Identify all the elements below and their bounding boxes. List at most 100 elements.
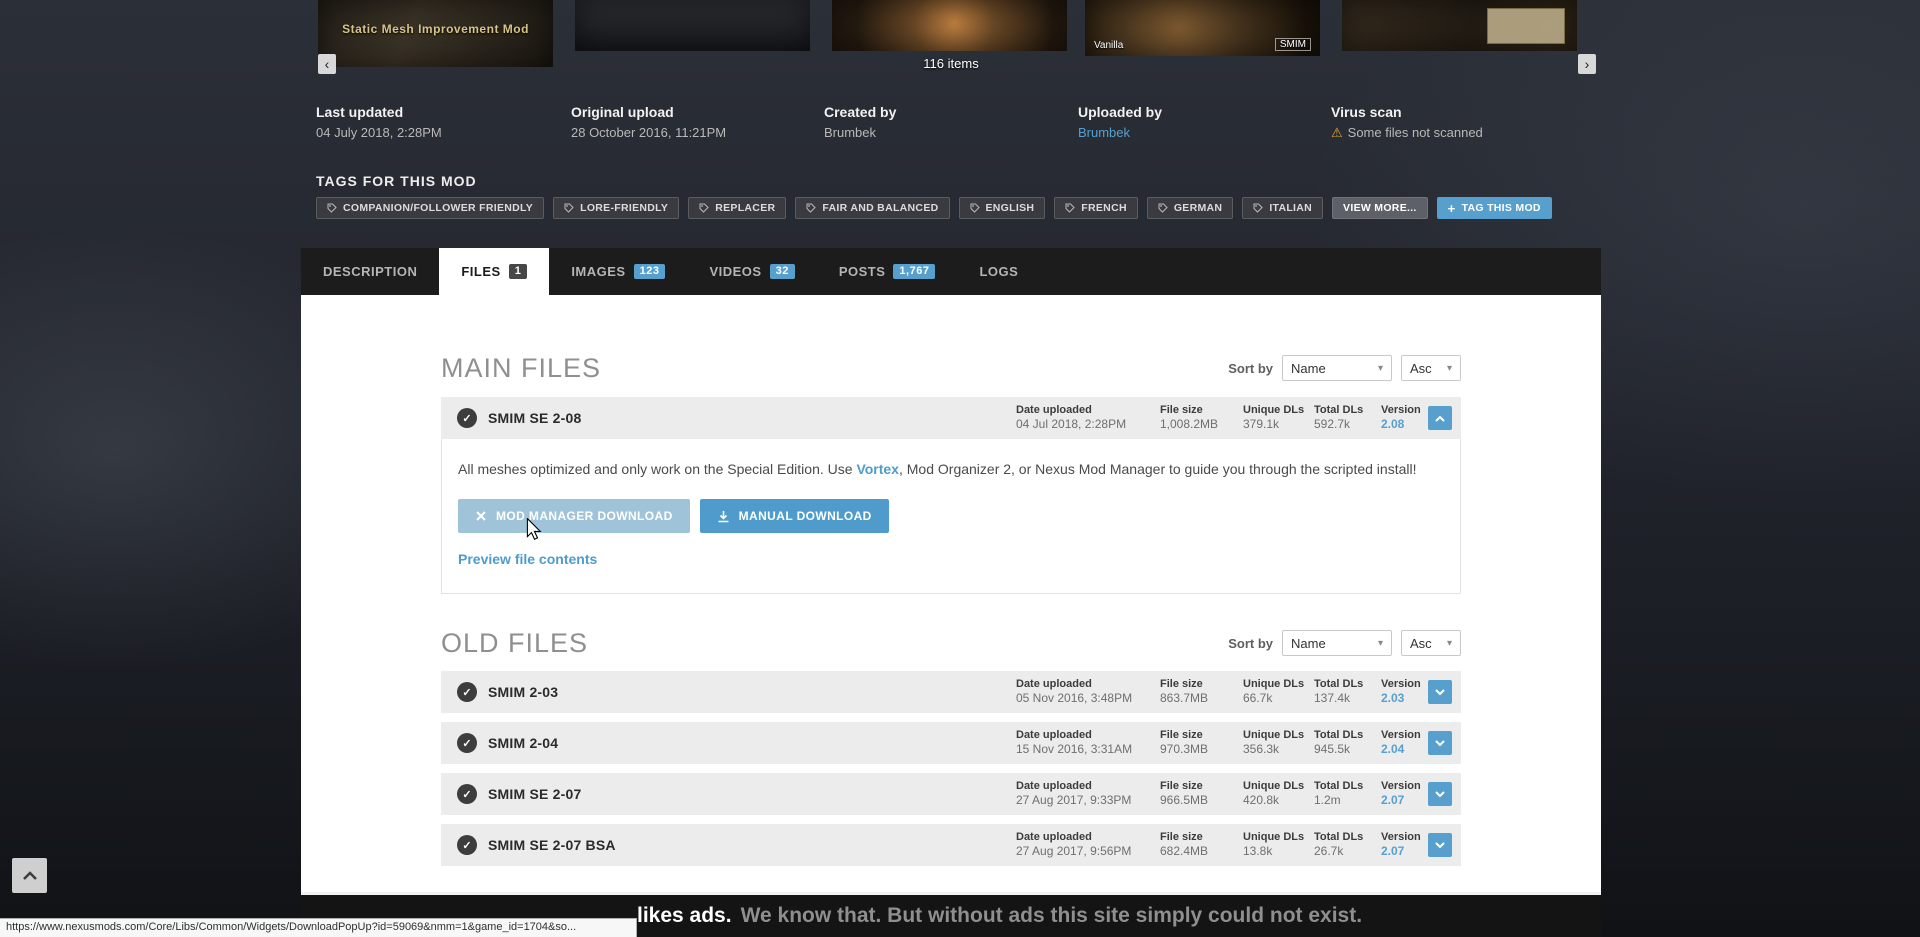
view-more-tags-button[interactable]: VIEW MORE...	[1332, 197, 1428, 219]
thumbnail-caption: Static Mesh Improvement Mod	[318, 22, 553, 36]
meta-value: 04 July 2018, 2:28PM	[316, 125, 556, 140]
ad-banner-text: likes ads.We know that. But without ads …	[637, 904, 1362, 928]
file-version: 2.03	[1381, 691, 1421, 705]
file-size: 682.4MB	[1160, 844, 1208, 858]
file-name: SMIM 2-03	[488, 684, 558, 700]
chevron-down-icon	[1434, 739, 1446, 748]
tab-images[interactable]: IMAGES123	[549, 248, 687, 295]
tag-icon	[564, 203, 574, 213]
uploader-link[interactable]: Brumbek	[1078, 125, 1318, 140]
column-header: Unique DLs	[1243, 678, 1304, 690]
scroll-to-top-button[interactable]	[12, 858, 47, 893]
manual-download-button[interactable]: MANUAL DOWNLOAD	[700, 499, 889, 533]
meta-last-updated: Last updated 04 July 2018, 2:28PM	[316, 104, 556, 140]
meta-label: Virus scan	[1331, 104, 1571, 120]
meta-label: Last updated	[316, 104, 556, 120]
tag-icon	[699, 203, 709, 213]
sort-field-select[interactable]: Name▾	[1282, 630, 1392, 656]
file-version: 2.07	[1381, 793, 1421, 807]
sort-direction-select[interactable]: Asc▾	[1401, 355, 1461, 381]
tab-posts[interactable]: POSTS1,767	[817, 248, 958, 295]
tag-chip[interactable]: FRENCH	[1054, 197, 1138, 219]
tag-chip[interactable]: ENGLISH	[959, 197, 1046, 219]
carousel-thumbnail[interactable]	[575, 0, 810, 51]
tag-chip[interactable]: ITALIAN	[1242, 197, 1323, 219]
sort-controls: Sort by Name▾ Asc▾	[1228, 630, 1461, 656]
column-header: Version	[1381, 780, 1421, 792]
tag-chip[interactable]: LORE-FRIENDLY	[553, 197, 679, 219]
tag-icon	[806, 203, 816, 213]
meta-value: 28 October 2016, 11:21PM	[571, 125, 811, 140]
file-row: ✓ SMIM 2-03 Date uploaded05 Nov 2016, 3:…	[441, 671, 1461, 713]
column-header: Version	[1381, 729, 1421, 741]
mod-manager-download-button[interactable]: MOD MANAGER DOWNLOAD	[458, 499, 690, 533]
unique-dls: 420.8k	[1243, 793, 1304, 807]
tag-this-mod-button[interactable]: +TAG THIS MOD	[1437, 197, 1552, 219]
chevron-down-icon	[1434, 688, 1446, 697]
column-header: Total DLs	[1314, 729, 1363, 741]
unique-dls: 13.8k	[1243, 844, 1304, 858]
file-date: 05 Nov 2016, 3:48PM	[1016, 691, 1132, 705]
file-date: 27 Aug 2017, 9:33PM	[1016, 793, 1131, 807]
expand-file-button[interactable]	[1428, 833, 1452, 857]
file-name: SMIM 2-04	[488, 735, 558, 751]
file-row: ✓ SMIM 2-04 Date uploaded15 Nov 2016, 3:…	[441, 722, 1461, 764]
tag-chip[interactable]: GERMAN	[1147, 197, 1233, 219]
column-header: Date uploaded	[1016, 678, 1132, 690]
tab-description[interactable]: DESCRIPTION	[301, 248, 439, 295]
expand-file-button[interactable]	[1428, 782, 1452, 806]
column-header: Total DLs	[1314, 404, 1363, 416]
column-header: Version	[1381, 678, 1421, 690]
sort-field-select[interactable]: Name▾	[1282, 355, 1392, 381]
carousel-thumbnail[interactable]	[832, 0, 1067, 51]
tag-chip[interactable]: FAIR AND BALANCED	[795, 197, 949, 219]
tag-chip[interactable]: REPLACER	[688, 197, 786, 219]
videos-count-badge: 32	[770, 264, 795, 279]
meta-label: Uploaded by	[1078, 104, 1318, 120]
file-date: 27 Aug 2017, 9:56PM	[1016, 844, 1131, 858]
column-header: Date uploaded	[1016, 780, 1131, 792]
column-header: Date uploaded	[1016, 404, 1126, 416]
column-header: Total DLs	[1314, 678, 1363, 690]
file-name: SMIM SE 2-07 BSA	[488, 837, 616, 853]
carousel-thumbnail[interactable]	[1342, 0, 1577, 51]
unique-dls: 66.7k	[1243, 691, 1304, 705]
column-header: Total DLs	[1314, 831, 1363, 843]
total-dls: 945.5k	[1314, 742, 1363, 756]
file-size: 1,008.2MB	[1160, 417, 1218, 431]
total-dls: 26.7k	[1314, 844, 1363, 858]
tag-chip[interactable]: COMPANION/FOLLOWER FRIENDLY	[316, 197, 544, 219]
collapse-file-button[interactable]	[1428, 406, 1452, 430]
total-dls: 1.2m	[1314, 793, 1363, 807]
meta-original-upload: Original upload 28 October 2016, 11:21PM	[571, 104, 811, 140]
tab-files[interactable]: FILES1	[439, 248, 549, 295]
plus-icon: +	[1448, 201, 1456, 216]
vortex-link[interactable]: Vortex	[856, 461, 899, 477]
mod-metadata: Last updated 04 July 2018, 2:28PM Origin…	[301, 104, 1601, 148]
virus-scan-status: Some files not scanned	[1348, 125, 1483, 140]
tags-row: COMPANION/FOLLOWER FRIENDLY LORE-FRIENDL…	[301, 197, 1601, 219]
carousel-thumbnail[interactable]: Vanilla SMIM	[1085, 0, 1320, 56]
file-description: All meshes optimized and only work on th…	[458, 461, 1444, 477]
meta-virus-scan: Virus scan ⚠Some files not scanned	[1331, 104, 1571, 141]
chevron-up-icon	[1434, 414, 1446, 423]
page-content: Static Mesh Improvement Mod Vanilla SMIM…	[301, 0, 1601, 937]
file-row: ✓ SMIM SE 2-07 BSA Date uploaded27 Aug 2…	[441, 824, 1461, 866]
unique-dls: 379.1k	[1243, 417, 1304, 431]
expand-file-button[interactable]	[1428, 731, 1452, 755]
file-date: 04 Jul 2018, 2:28PM	[1016, 417, 1126, 431]
preview-file-contents-link[interactable]: Preview file contents	[458, 551, 597, 567]
meta-label: Created by	[824, 104, 1064, 120]
tab-videos[interactable]: VIDEOS32	[687, 248, 816, 295]
images-count-badge: 123	[634, 264, 666, 279]
expand-file-button[interactable]	[1428, 680, 1452, 704]
posts-count-badge: 1,767	[893, 264, 935, 279]
check-icon: ✓	[457, 784, 477, 804]
sort-direction-select[interactable]: Asc▾	[1401, 630, 1461, 656]
file-row: ✓ SMIM SE 2-07 Date uploaded27 Aug 2017,…	[441, 773, 1461, 815]
total-dls: 137.4k	[1314, 691, 1363, 705]
file-size: 970.3MB	[1160, 742, 1208, 756]
column-header: Total DLs	[1314, 780, 1363, 792]
old-files-list: ✓ SMIM 2-03 Date uploaded05 Nov 2016, 3:…	[441, 671, 1461, 866]
tab-logs[interactable]: LOGS	[957, 248, 1040, 295]
